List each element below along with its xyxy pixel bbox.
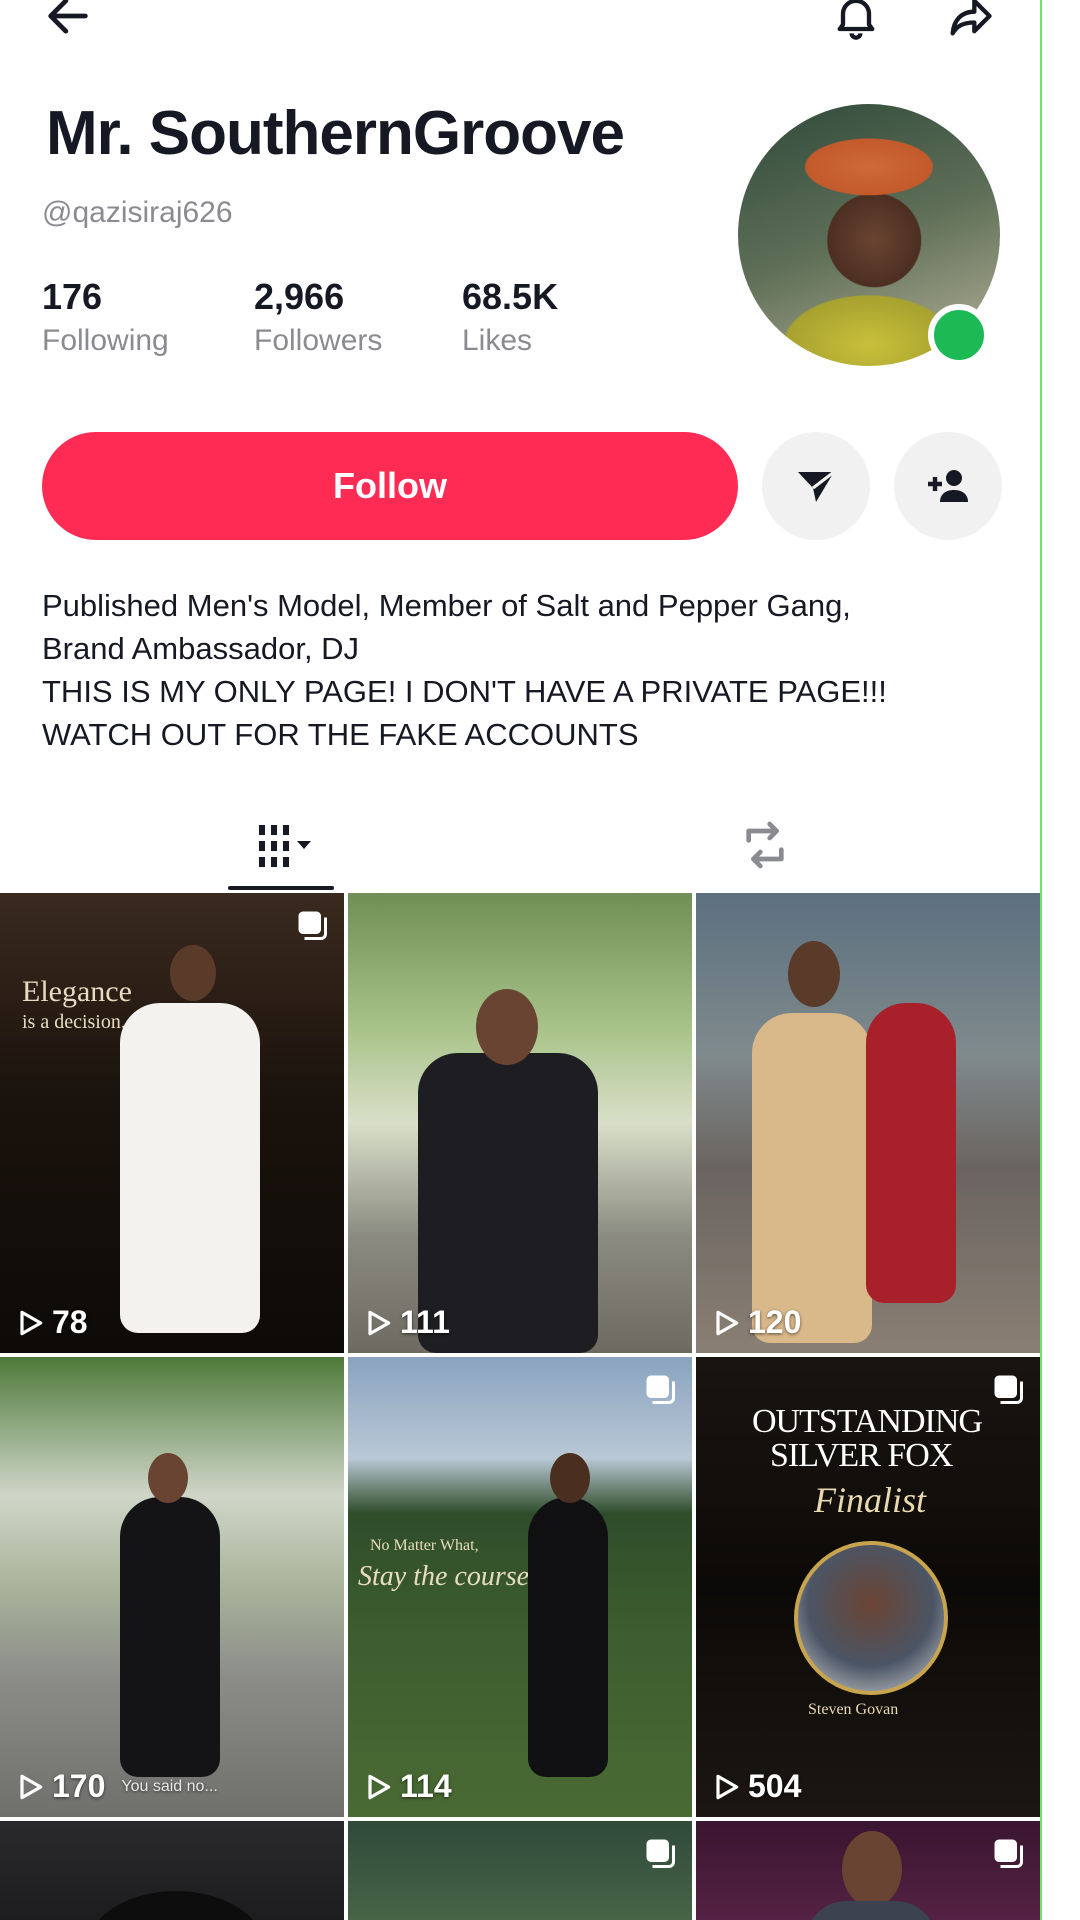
person-figure <box>806 1901 936 1920</box>
video-thumbnail[interactable]: 170 You said no... <box>0 1357 344 1817</box>
online-status-badge <box>928 304 990 366</box>
view-count: 504 <box>710 1768 801 1805</box>
profile-handle: @qazisiraj626 <box>42 196 233 229</box>
view-count-value: 170 <box>52 1768 106 1804</box>
multi-photo-icon <box>994 1375 1023 1404</box>
video-thumbnail[interactable]: No Matter What, Stay the course 114 <box>348 1357 692 1817</box>
video-thumbnail[interactable]: 120 <box>696 893 1040 1353</box>
thumbnail-overlay-text: is a decision. <box>22 1011 126 1033</box>
thumbnail-caption: You said no... <box>121 1777 218 1795</box>
view-count-value: 504 <box>748 1768 802 1804</box>
view-count: 78 <box>14 1304 88 1341</box>
multi-photo-icon <box>646 1839 675 1868</box>
person-head <box>550 1453 590 1503</box>
stat-value: 68.5K <box>462 276 559 317</box>
view-count-value: 78 <box>52 1304 88 1340</box>
person-head <box>788 941 840 1007</box>
bell-icon[interactable] <box>826 0 886 46</box>
stat-label: Followers <box>254 324 383 357</box>
video-thumbnail[interactable] <box>0 1821 344 1920</box>
send-message-icon <box>798 470 835 502</box>
tab-videos[interactable] <box>240 800 330 890</box>
thumbnail-overlay-text: Steven Govan <box>808 1701 899 1718</box>
award-photo <box>794 1541 948 1695</box>
stat-likes[interactable]: 68.5K Likes <box>462 276 558 358</box>
person-head <box>148 1453 188 1503</box>
person-head <box>842 1831 902 1907</box>
play-icon <box>368 1310 391 1335</box>
repost-icon <box>746 821 784 869</box>
thumbnail-overlay-text: Elegance <box>22 975 132 1008</box>
video-thumbnail[interactable]: 111 <box>348 893 692 1353</box>
bio-line: WATCH OUT FOR THE FAKE ACCOUNTS <box>42 717 639 752</box>
view-count: 111 <box>362 1304 450 1341</box>
play-icon <box>716 1774 739 1799</box>
person-figure <box>120 1003 260 1333</box>
multi-photo-icon <box>994 1839 1023 1868</box>
right-gutter <box>1042 0 1080 1920</box>
view-count: 170 You said no... <box>14 1768 218 1805</box>
play-icon <box>368 1774 391 1799</box>
view-count: 114 <box>362 1768 452 1805</box>
back-arrow-icon[interactable] <box>38 0 98 46</box>
stat-followers[interactable]: 2,966 Followers <box>254 276 382 358</box>
play-icon <box>20 1310 43 1335</box>
play-icon <box>20 1774 43 1799</box>
multi-photo-icon <box>298 911 327 940</box>
play-icon <box>716 1310 739 1335</box>
thumbnail-overlay-text: No Matter What, <box>370 1537 479 1554</box>
stat-value: 2,966 <box>254 276 345 317</box>
bio-line: THIS IS MY ONLY PAGE! I DON'T HAVE A PRI… <box>42 674 887 709</box>
active-tab-indicator <box>228 886 334 890</box>
stat-label: Likes <box>462 324 533 357</box>
message-button[interactable] <box>762 432 870 540</box>
thumbnail-overlay-text: SILVER FOX <box>770 1437 953 1474</box>
person-figure <box>528 1497 608 1777</box>
video-thumbnail[interactable] <box>696 1821 1040 1920</box>
stat-following[interactable]: 176 Following <box>42 276 169 358</box>
thumbnail-overlay-text: Finalist <box>814 1480 927 1520</box>
person-figure <box>866 1003 956 1303</box>
thumbnail-overlay-text: OUTSTANDING <box>752 1403 983 1440</box>
view-count-value: 120 <box>748 1304 802 1340</box>
bio-line: Brand Ambassador, DJ <box>42 631 360 666</box>
bio-line: Published Men's Model, Member of Salt an… <box>42 588 851 623</box>
grid-icon <box>259 825 311 867</box>
person-head <box>170 945 216 1001</box>
video-thumbnail[interactable]: OUTSTANDING SILVER FOX Finalist Steven G… <box>696 1357 1040 1817</box>
video-thumbnail[interactable]: Elegance is a decision. 78 <box>0 893 344 1353</box>
view-count-value: 111 <box>400 1304 450 1340</box>
thumbnail-overlay-text: Stay the course <box>358 1561 530 1592</box>
tab-reposts[interactable] <box>720 800 810 890</box>
stat-label: Following <box>42 324 169 357</box>
view-count-value: 114 <box>400 1768 452 1804</box>
view-count: 120 <box>710 1304 801 1341</box>
profile-bio: Published Men's Model, Member of Salt an… <box>42 584 1012 756</box>
person-head <box>86 1891 266 1920</box>
profile-screen: Mr. SouthernGroove @qazisiraj626 176 Fol… <box>0 0 1040 1920</box>
person-figure <box>752 1013 872 1343</box>
stat-value: 176 <box>42 276 103 317</box>
follow-button[interactable]: Follow <box>42 432 738 540</box>
add-friend-icon <box>928 470 968 502</box>
add-friend-button[interactable] <box>894 432 1002 540</box>
video-thumbnail[interactable] <box>348 1821 692 1920</box>
person-figure <box>120 1497 220 1777</box>
person-head <box>476 989 538 1065</box>
multi-photo-icon <box>646 1375 675 1404</box>
share-icon[interactable] <box>940 0 1000 46</box>
profile-name: Mr. SouthernGroove <box>46 99 625 168</box>
